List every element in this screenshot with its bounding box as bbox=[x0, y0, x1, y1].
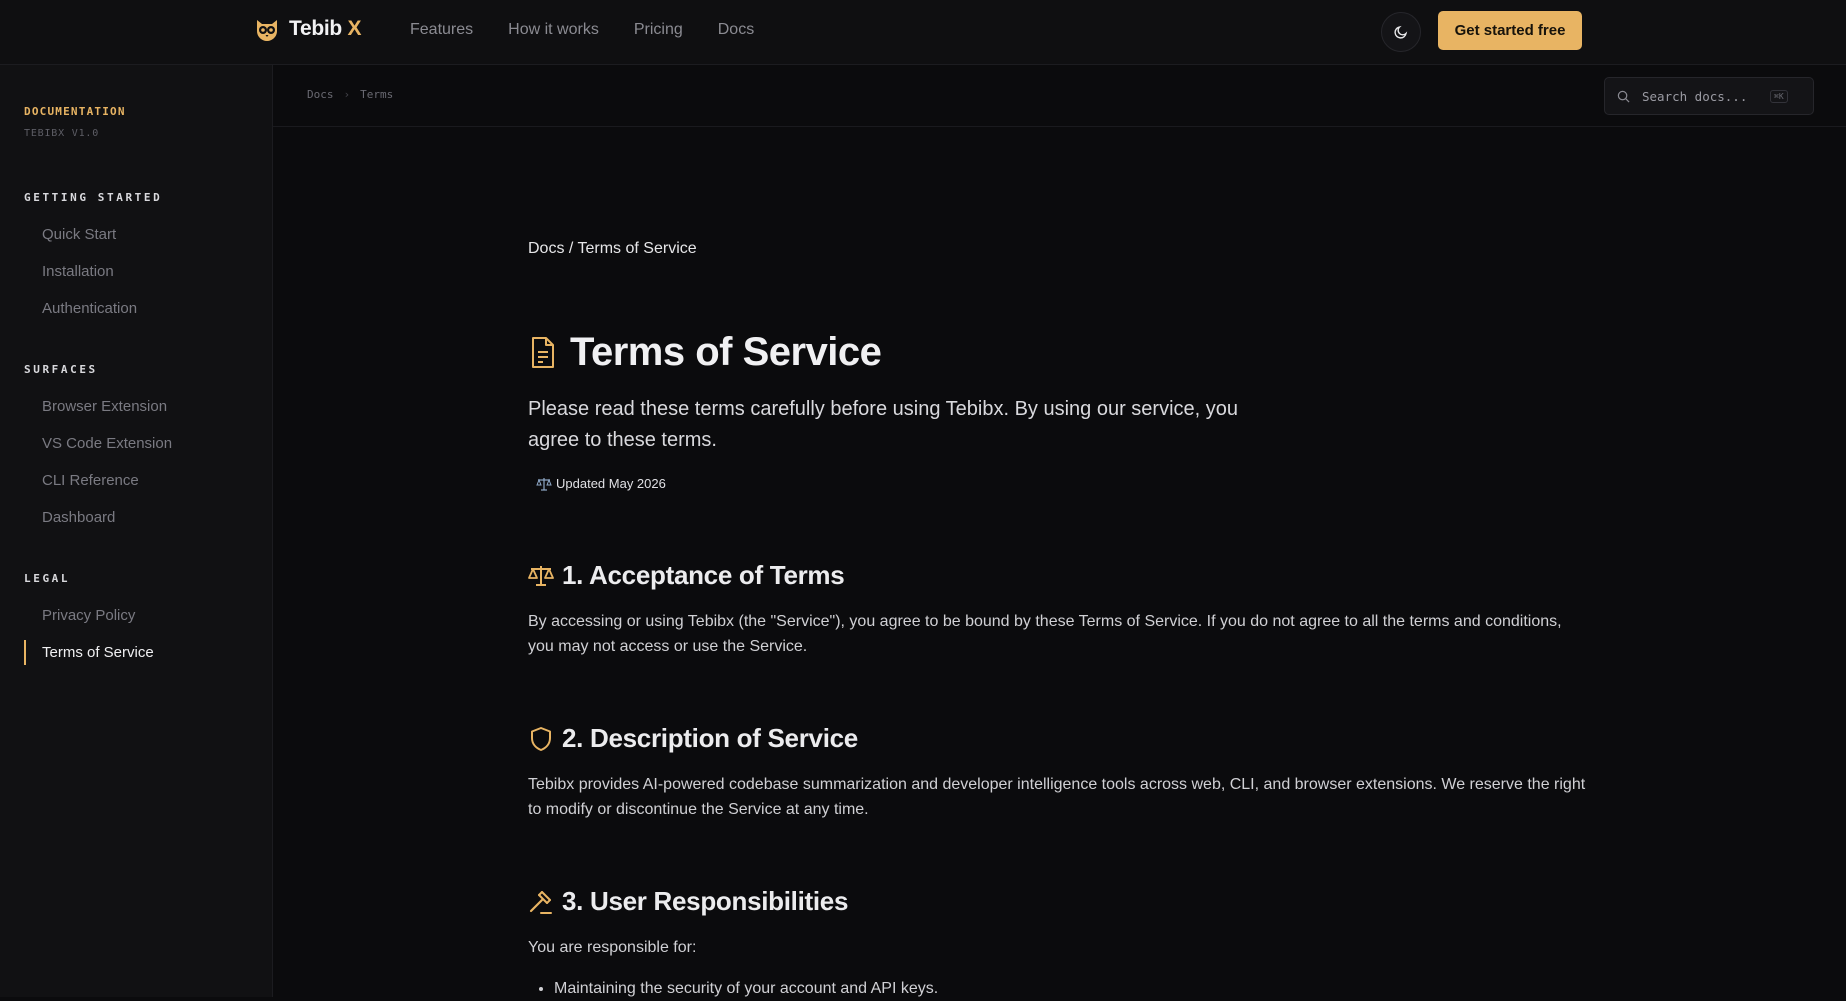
section-description-of-service: 2. Description of Service Tebibx provide… bbox=[528, 723, 1588, 822]
section-user-responsibilities: 3. User Responsibilities You are respons… bbox=[528, 886, 1588, 1001]
sidebar-item-authentication[interactable]: Authentication bbox=[24, 290, 162, 327]
brand-name: Tebib X bbox=[289, 17, 362, 40]
section-title: 2. Description of Service bbox=[562, 723, 858, 753]
section-body: Tebibx provides AI-powered codebase summ… bbox=[528, 776, 1586, 818]
sidebar-item-dashboard[interactable]: Dashboard bbox=[24, 499, 172, 536]
sidebar-group-legal: LEGAL Privacy Policy Terms of Service bbox=[24, 572, 154, 671]
section-heading: 3. User Responsibilities bbox=[528, 886, 1588, 917]
sidebar-item-terms-of-service[interactable]: Terms of Service bbox=[24, 634, 154, 671]
section-title: 3. User Responsibilities bbox=[562, 886, 849, 916]
breadcrumb-terms[interactable]: Terms bbox=[360, 88, 393, 101]
gavel-icon bbox=[529, 890, 552, 914]
owl-logo-icon bbox=[257, 20, 277, 41]
docs-sidebar: DOCUMENTATION TEBIBX V1.0 GETTING STARTE… bbox=[0, 65, 273, 997]
breadcrumb-bar: Docs › Terms ⌘K bbox=[273, 65, 1846, 127]
list-item: Maintaining the security of your account… bbox=[554, 976, 1588, 1001]
updated-date: Updated May 2026 bbox=[556, 476, 666, 491]
sidebar-documentation-label: DOCUMENTATION bbox=[24, 105, 126, 118]
section-title: 1. Acceptance of Terms bbox=[562, 560, 845, 590]
section-body: By accessing or using Tebibx (the "Servi… bbox=[528, 613, 1562, 655]
sidebar-item-privacy-policy[interactable]: Privacy Policy bbox=[24, 597, 154, 634]
scale-icon bbox=[528, 565, 554, 586]
nav-how-it-works[interactable]: How it works bbox=[508, 21, 599, 39]
sidebar-item-browser-extension[interactable]: Browser Extension bbox=[24, 388, 172, 425]
main-content: Docs / Terms of Service Terms of Service… bbox=[528, 240, 1588, 997]
breadcrumb: Docs › Terms bbox=[307, 88, 393, 101]
nav-features[interactable]: Features bbox=[410, 21, 473, 39]
sidebar-item-installation[interactable]: Installation bbox=[24, 253, 162, 290]
get-started-button[interactable]: Get started free bbox=[1438, 11, 1582, 50]
sidebar-group-surfaces: SURFACES Browser Extension VS Code Exten… bbox=[24, 363, 172, 536]
page-title: Terms of Service bbox=[570, 330, 882, 374]
sidebar-group-title: SURFACES bbox=[24, 363, 98, 376]
sidebar-version: TEBIBX V1.0 bbox=[24, 128, 100, 139]
document-icon bbox=[532, 336, 554, 368]
search-box[interactable]: ⌘K bbox=[1604, 77, 1814, 115]
scale-icon bbox=[536, 477, 552, 491]
sidebar-group-title: LEGAL bbox=[24, 572, 71, 585]
sidebar-group-getting-started: GETTING STARTED Quick Start Installation… bbox=[24, 191, 162, 327]
page-heading: Terms of Service bbox=[528, 330, 882, 375]
nav-pricing[interactable]: Pricing bbox=[634, 21, 683, 39]
main-nav: Features How it works Pricing Docs bbox=[410, 21, 754, 39]
page-path: Docs / Terms of Service bbox=[528, 240, 697, 257]
top-navigation-bar: Tebib X Features How it works Pricing Do… bbox=[0, 0, 1846, 65]
section-acceptance-of-terms: 1. Acceptance of Terms By accessing or u… bbox=[528, 560, 1588, 659]
page-lead: Please read these terms carefully before… bbox=[528, 398, 1238, 451]
sidebar-item-cli-reference[interactable]: CLI Reference bbox=[24, 462, 172, 499]
theme-toggle-button[interactable] bbox=[1381, 12, 1421, 52]
brand-logo[interactable]: Tebib X bbox=[253, 15, 362, 43]
sidebar-item-quick-start[interactable]: Quick Start bbox=[24, 216, 162, 253]
sidebar-item-vs-code-extension[interactable]: VS Code Extension bbox=[24, 425, 172, 462]
nav-docs[interactable]: Docs bbox=[718, 21, 754, 39]
section-body: You are responsible for: bbox=[528, 939, 697, 956]
section-heading: 1. Acceptance of Terms bbox=[528, 560, 1588, 591]
updated-badge: Updated May 2026 bbox=[536, 476, 666, 491]
section-heading: 2. Description of Service bbox=[528, 723, 1588, 754]
responsibilities-list: Maintaining the security of your account… bbox=[528, 976, 1588, 1001]
moon-icon bbox=[1394, 25, 1408, 39]
search-shortcut-badge: ⌘K bbox=[1770, 89, 1788, 103]
search-icon bbox=[1617, 90, 1630, 102]
chevron-right-icon: › bbox=[343, 88, 351, 101]
shield-icon bbox=[531, 726, 551, 751]
sidebar-group-title: GETTING STARTED bbox=[24, 191, 163, 204]
search-input[interactable] bbox=[1642, 88, 1758, 104]
breadcrumb-docs[interactable]: Docs bbox=[307, 88, 334, 101]
